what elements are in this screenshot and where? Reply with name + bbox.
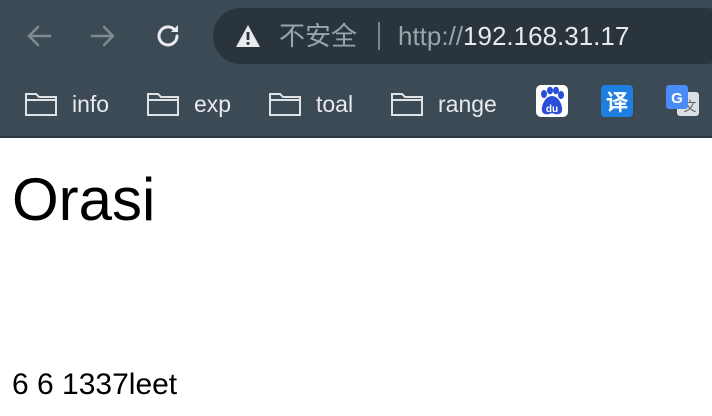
forward-button[interactable] bbox=[86, 19, 120, 53]
address-bar[interactable]: 不安全 http://192.168.31.17 bbox=[213, 8, 712, 64]
page-content: Orasi 6 6 1337leet bbox=[0, 138, 712, 416]
browser-toolbar: 不安全 http://192.168.31.17 bbox=[0, 0, 712, 72]
baidu-du-icon[interactable]: du bbox=[535, 84, 569, 118]
bookmark-folder-range[interactable]: range bbox=[390, 84, 497, 124]
reload-button[interactable] bbox=[151, 19, 185, 53]
warning-triangle-icon bbox=[236, 25, 260, 47]
arrow-left-icon bbox=[27, 25, 52, 47]
baidu-du-text: du bbox=[546, 104, 558, 115]
url-host: 192.168.31.17 bbox=[463, 21, 630, 51]
reload-icon bbox=[157, 25, 179, 47]
url-text[interactable]: http://192.168.31.17 bbox=[398, 21, 629, 51]
folder-icon bbox=[25, 93, 57, 116]
back-button[interactable] bbox=[22, 19, 56, 53]
folder-icon bbox=[147, 93, 179, 116]
google-translate-icon[interactable]: 文 G bbox=[665, 84, 699, 118]
bookmark-label: exp bbox=[194, 90, 232, 117]
folder-icon bbox=[269, 93, 301, 116]
security-status-label[interactable]: 不安全 bbox=[279, 21, 357, 51]
browser-chrome: 不安全 http://192.168.31.17 info exp toal r… bbox=[0, 0, 712, 137]
translate-icon[interactable]: 译 bbox=[600, 84, 634, 118]
bookmark-folder-info[interactable]: info bbox=[24, 84, 109, 124]
bookmark-folder-toal[interactable]: toal bbox=[268, 84, 353, 124]
bookmark-folder-exp[interactable]: exp bbox=[146, 84, 231, 124]
bookmark-label: range bbox=[438, 90, 497, 117]
arrow-right-icon bbox=[90, 25, 115, 47]
bookmark-label: info bbox=[72, 90, 110, 117]
folder-icon bbox=[391, 93, 423, 116]
bookmark-label: toal bbox=[316, 90, 354, 117]
translate-text: 译 bbox=[606, 91, 629, 116]
google-translate-text: G bbox=[671, 90, 683, 107]
page-text: 6 6 1337leet bbox=[12, 368, 178, 401]
page-heading: Orasi bbox=[12, 166, 156, 233]
bookmarks-bar: info exp toal range du 译 文 G bbox=[0, 72, 712, 136]
url-scheme: http:// bbox=[398, 21, 464, 51]
address-divider bbox=[378, 22, 380, 50]
